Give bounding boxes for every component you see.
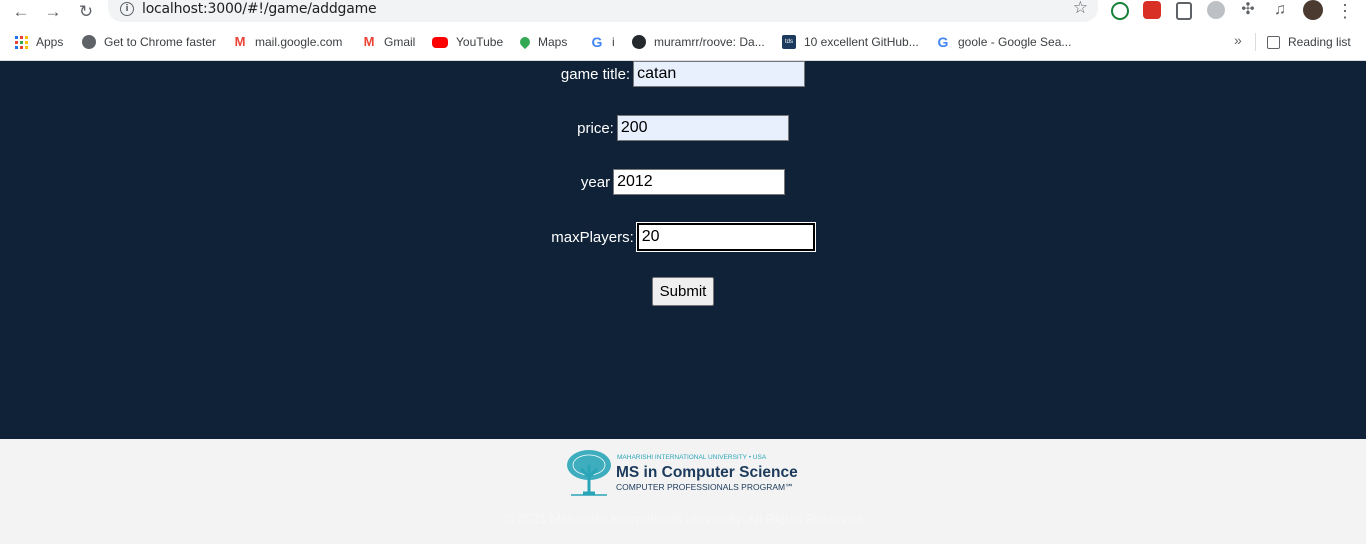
bookmark-mail-google[interactable]: M mail.google.com bbox=[233, 33, 343, 51]
back-arrow-icon[interactable]: ← bbox=[10, 0, 32, 22]
browser-menu-icon[interactable]: ⋮ bbox=[1336, 0, 1354, 22]
price-input[interactable] bbox=[616, 115, 789, 141]
logo-program-subtitle: COMPUTER PROFESSIONALS PROGRAM℠ bbox=[616, 482, 794, 492]
bookmark-i[interactable]: G i bbox=[590, 33, 615, 51]
year-row: year bbox=[0, 169, 1366, 195]
bookmark-label: goole - Google Sea... bbox=[958, 35, 1072, 49]
tds-icon: tds bbox=[782, 35, 796, 49]
bookmark-label: 10 excellent GitHub... bbox=[804, 35, 919, 49]
extension-pocket-icon[interactable] bbox=[1143, 1, 1161, 19]
page-footer: MAHARISHI INTERNATIONAL UNIVERSITY • USA… bbox=[0, 439, 1366, 544]
reading-list-button[interactable]: Reading list bbox=[1267, 33, 1351, 51]
max-players-input[interactable] bbox=[635, 222, 816, 252]
bookmark-label: Gmail bbox=[384, 35, 416, 49]
extension-sync-icon[interactable] bbox=[1111, 2, 1129, 20]
price-label: price: bbox=[577, 119, 614, 137]
apps-grid-icon bbox=[15, 35, 28, 49]
reload-icon[interactable]: ↻ bbox=[75, 0, 97, 22]
maps-icon bbox=[517, 34, 533, 50]
bookmark-github-roove[interactable]: muramrr/roove: Da... bbox=[632, 33, 765, 51]
copyright-text: © 2021 Maharishi International Universit… bbox=[504, 511, 862, 526]
gmail-icon: M bbox=[363, 34, 375, 49]
extensions-puzzle-icon[interactable]: ✣ bbox=[1239, 1, 1257, 19]
gmail-icon: M bbox=[234, 34, 246, 49]
title-row: game title: bbox=[0, 61, 1366, 87]
bookmark-label: mail.google.com bbox=[255, 35, 343, 49]
bookmark-label: YouTube bbox=[456, 35, 504, 49]
url-text[interactable]: localhost:3000/#!/game/addgame bbox=[142, 1, 377, 17]
profile-avatar[interactable] bbox=[1303, 0, 1323, 20]
bookmarks-divider bbox=[1255, 33, 1256, 51]
bookmarks-bar: Apps Get to Chrome faster M mail.google.… bbox=[0, 23, 1366, 61]
bookmark-maps[interactable]: Maps bbox=[517, 33, 568, 51]
bookmark-label: i bbox=[612, 35, 615, 49]
reading-list-label: Reading list bbox=[1288, 35, 1351, 49]
bookmark-youtube[interactable]: YouTube bbox=[432, 33, 503, 51]
github-icon bbox=[632, 35, 646, 49]
title-label: game title: bbox=[560, 65, 631, 83]
university-logo: MAHARISHI INTERNATIONAL UNIVERSITY • USA… bbox=[567, 450, 798, 496]
youtube-icon bbox=[432, 36, 448, 48]
add-game-page: game title: price: year maxPlayers: Subm… bbox=[0, 61, 1366, 439]
google-icon: G bbox=[937, 34, 949, 50]
bookmark-github-excellent[interactable]: tds 10 excellent GitHub... bbox=[782, 33, 919, 51]
site-info-icon[interactable]: i bbox=[120, 2, 134, 16]
address-bar[interactable]: i localhost:3000/#!/game/addgame ☆ bbox=[108, 0, 1098, 22]
tree-logo-icon bbox=[567, 450, 611, 496]
chrome-icon bbox=[82, 35, 96, 49]
media-control-icon[interactable]: ♫ bbox=[1271, 1, 1289, 19]
bookmark-gmail[interactable]: M Gmail bbox=[362, 33, 416, 51]
logo-university-line: MAHARISHI INTERNATIONAL UNIVERSITY • USA bbox=[617, 454, 767, 461]
submit-row: Submit bbox=[0, 277, 1366, 306]
price-row: price: bbox=[0, 115, 1366, 141]
forward-arrow-icon[interactable]: → bbox=[42, 0, 64, 22]
submit-button[interactable]: Submit bbox=[651, 277, 715, 306]
bookmark-label: Get to Chrome faster bbox=[104, 35, 217, 49]
max-players-row: maxPlayers: bbox=[0, 222, 1366, 252]
bookmark-label: Maps bbox=[538, 35, 568, 49]
browser-toolbar: ← → ↻ i localhost:3000/#!/game/addgame ☆… bbox=[0, 0, 1366, 23]
more-bookmarks-chevron-icon[interactable]: » bbox=[1234, 32, 1242, 48]
extension-globe-icon[interactable] bbox=[1207, 1, 1225, 19]
bookmark-star-icon[interactable]: ☆ bbox=[1073, 0, 1088, 18]
extension-upload-icon[interactable] bbox=[1176, 2, 1192, 20]
reading-list-icon bbox=[1267, 35, 1280, 49]
year-input[interactable] bbox=[613, 169, 786, 195]
bookmark-chrome-faster[interactable]: Get to Chrome faster bbox=[82, 33, 216, 51]
year-label: year bbox=[580, 173, 611, 191]
max-players-label: maxPlayers: bbox=[551, 228, 634, 246]
bookmark-google-search[interactable]: G goole - Google Sea... bbox=[936, 33, 1072, 51]
bookmark-label: muramrr/roove: Da... bbox=[654, 35, 765, 49]
title-input[interactable] bbox=[633, 61, 806, 87]
bookmark-label: Apps bbox=[36, 35, 64, 49]
google-icon: G bbox=[591, 34, 603, 50]
logo-program-title: MS in Computer Science bbox=[616, 464, 798, 481]
bookmark-apps[interactable]: Apps bbox=[15, 33, 63, 51]
